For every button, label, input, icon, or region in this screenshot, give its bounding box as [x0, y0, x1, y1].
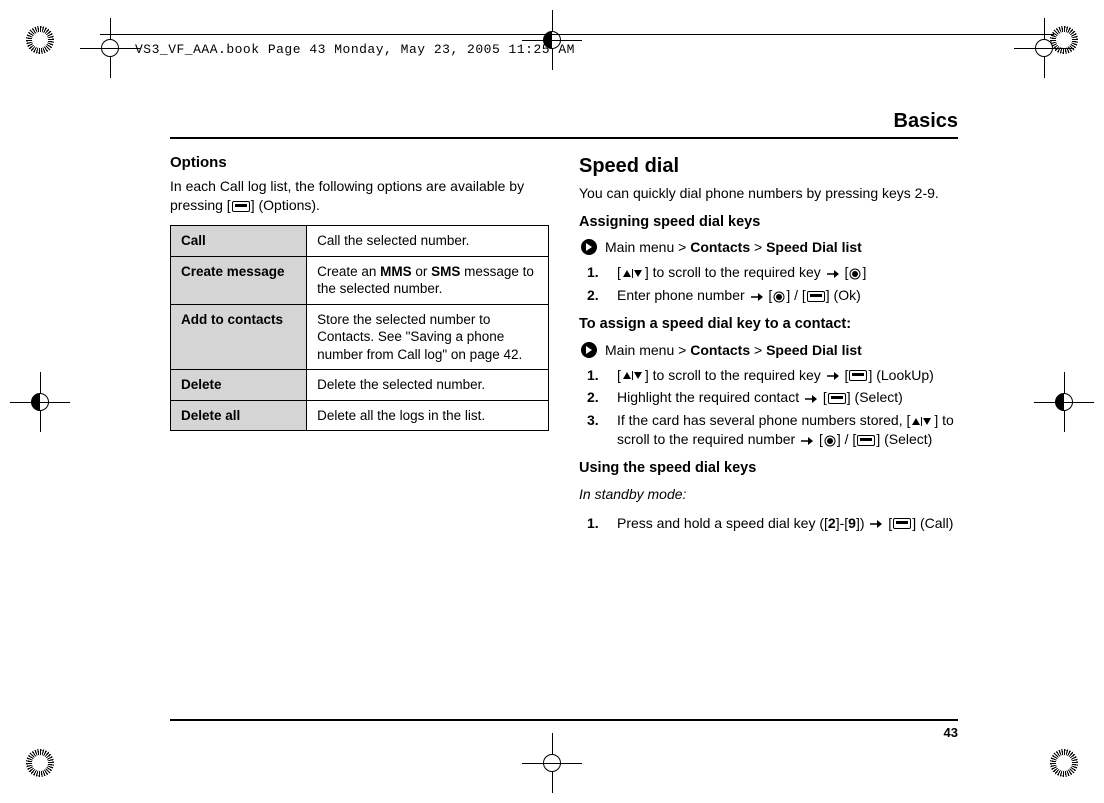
right-column: Speed dial You can quickly dial phone nu… [579, 153, 958, 538]
using-sub: In standby mode: [579, 485, 958, 504]
arrow-right-icon [750, 292, 764, 302]
arrow-right-icon [826, 371, 840, 381]
softkey-icon [232, 201, 250, 212]
header-stamp: VS3_VF_AAA.book Page 43 Monday, May 23, … [135, 42, 575, 57]
up-down-icon [622, 370, 644, 381]
table-row: Call Call the selected number. [171, 226, 549, 257]
speed-dial-heading: Speed dial [579, 153, 958, 180]
assign-heading: Assigning speed dial keys [579, 213, 958, 233]
page-number: 43 [170, 719, 958, 740]
options-heading: Options [170, 153, 549, 173]
options-intro: In each Call log list, the following opt… [170, 177, 549, 215]
table-row: Delete Delete the selected number. [171, 370, 549, 401]
using-heading: Using the speed dial keys [579, 459, 958, 479]
table-row: Add to contacts Store the selected numbe… [171, 304, 549, 370]
section-title: Basics [170, 110, 958, 139]
table-row: Create message Create an MMS or SMS mess… [171, 256, 549, 304]
nav-arrow-icon [580, 341, 598, 359]
arrow-right-icon [869, 519, 883, 529]
speed-dial-intro: You can quickly dial phone numbers by pr… [579, 184, 958, 203]
using-steps: Press and hold a speed dial key ([2]-[9]… [579, 514, 958, 533]
left-column: Options In each Call log list, the follo… [170, 153, 549, 538]
softkey-icon [849, 370, 867, 381]
center-key-icon [824, 435, 836, 447]
page-content: Basics Options In each Call log list, th… [170, 110, 958, 740]
arrow-right-icon [800, 436, 814, 446]
contact-heading: To assign a speed dial key to a contact: [579, 315, 958, 335]
softkey-icon [828, 393, 846, 404]
nav-path: Main menu > Contacts > Speed Dial list [579, 238, 958, 257]
table-row: Delete all Delete all the logs in the li… [171, 400, 549, 431]
softkey-icon [807, 291, 825, 302]
arrow-right-icon [804, 394, 818, 404]
up-down-icon [622, 268, 644, 279]
arrow-right-icon [826, 269, 840, 279]
softkey-icon [857, 435, 875, 446]
nav-path: Main menu > Contacts > Speed Dial list [579, 341, 958, 360]
up-down-icon [911, 416, 933, 427]
options-table: Call Call the selected number. Create me… [170, 225, 549, 431]
contact-steps: [] to scroll to the required key [] (Loo… [579, 366, 958, 450]
center-key-icon [773, 291, 785, 303]
assign-steps: [] to scroll to the required key [] Ente… [579, 263, 958, 305]
softkey-icon [893, 518, 911, 529]
nav-arrow-icon [580, 238, 598, 256]
center-key-icon [849, 268, 861, 280]
